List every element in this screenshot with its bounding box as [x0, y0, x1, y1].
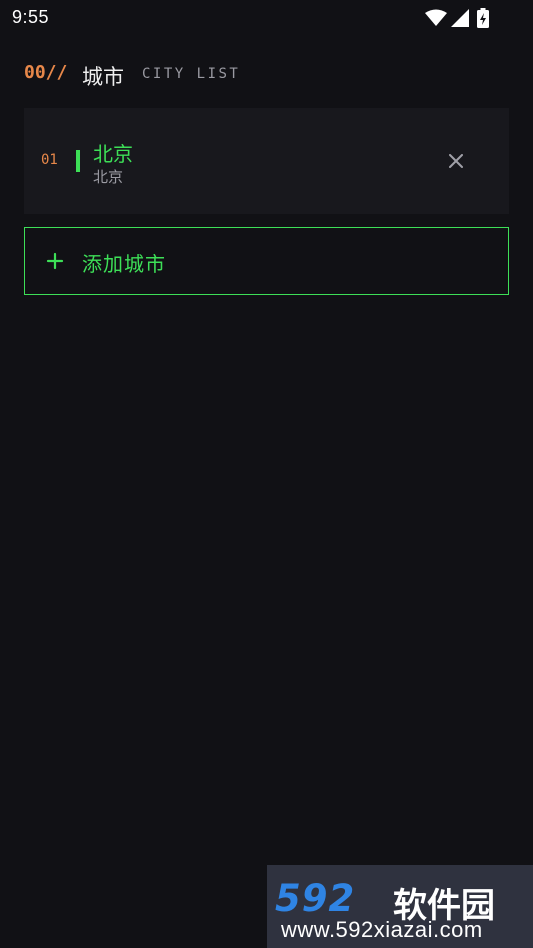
city-index: 01 — [41, 152, 58, 168]
page-title: 城市 — [82, 65, 124, 89]
city-subtitle: 北京 — [93, 168, 124, 186]
watermark-logo-number: 592 — [275, 877, 356, 920]
close-icon — [449, 154, 463, 168]
status-bar: 9:55 — [0, 0, 533, 36]
status-time: 9:55 — [12, 7, 50, 27]
remove-city-button[interactable] — [436, 141, 476, 181]
status-icons — [425, 8, 495, 28]
plus-icon — [46, 252, 64, 270]
add-city-label: 添加城市 — [82, 252, 166, 276]
signal-icon — [451, 9, 469, 27]
watermark-url: www.592xiazai.com — [281, 917, 483, 942]
city-accent-bar — [76, 150, 80, 172]
city-name: 北京 — [93, 142, 133, 166]
wifi-icon — [425, 9, 447, 26]
watermark-logo: 592 软件园 www.592xiazai.com — [267, 865, 533, 948]
add-city-button[interactable]: 添加城市 — [24, 227, 509, 295]
header-number: 00// — [24, 62, 68, 83]
page-subtitle: CITY LIST — [142, 66, 241, 82]
battery-charging-icon — [477, 8, 489, 28]
city-list-item[interactable]: 01 北京 北京 — [24, 108, 509, 214]
